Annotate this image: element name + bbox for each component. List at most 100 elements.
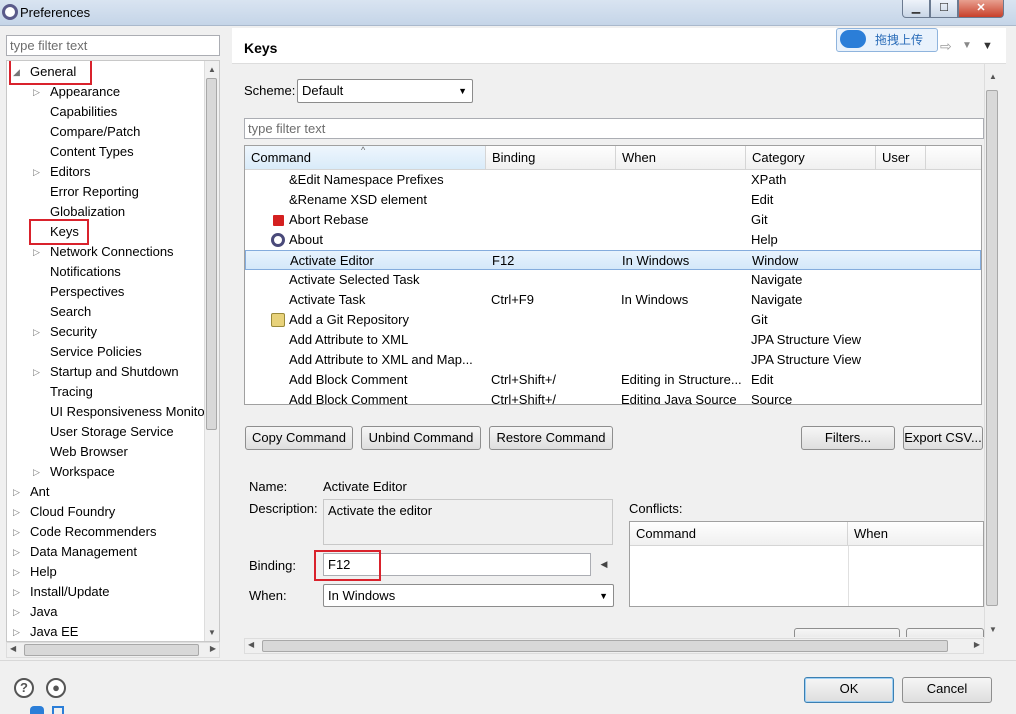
tree-item-data-management[interactable]: ▷ Data Management xyxy=(7,542,205,562)
tree-item-service-policies[interactable]: Service Policies xyxy=(7,342,205,362)
binding-menu-arrow-icon[interactable]: ◀ xyxy=(595,553,613,576)
tree-item-install-update[interactable]: ▷ Install/Update xyxy=(7,582,205,602)
content-scroll-thumb[interactable] xyxy=(986,90,998,606)
collapsed-arrow-icon[interactable]: ▷ xyxy=(13,562,23,582)
table-row[interactable]: &Rename XSD element Edit xyxy=(245,190,981,210)
tree-item-user-storage-service[interactable]: User Storage Service xyxy=(7,422,205,442)
tree-item-compare-patch[interactable]: Compare/Patch xyxy=(7,122,205,142)
table-row[interactable]: &Edit Namespace Prefixes XPath xyxy=(245,170,981,190)
git-repo-icon xyxy=(271,313,285,327)
collapsed-arrow-icon[interactable]: ▷ xyxy=(33,242,43,262)
tree-item-cloud-foundry[interactable]: ▷ Cloud Foundry xyxy=(7,502,205,522)
tree-item-ui-responsiveness-monito[interactable]: UI Responsiveness Monito xyxy=(7,402,205,422)
conflicts-label: Conflicts: xyxy=(629,501,683,516)
tree-item-perspectives[interactable]: Perspectives xyxy=(7,282,205,302)
table-row[interactable]: Add Attribute to XML JPA Structure View xyxy=(245,330,981,350)
conflicts-table: Command When xyxy=(629,521,984,607)
tree-item-label: Cloud Foundry xyxy=(30,504,116,519)
tree-item-capabilities[interactable]: Capabilities xyxy=(7,102,205,122)
collapsed-arrow-icon[interactable]: ▷ xyxy=(33,322,43,342)
tree-hscroll-thumb[interactable] xyxy=(24,644,199,656)
table-row[interactable]: Add Block Comment Ctrl+Shift+/ Editing Jav… xyxy=(245,390,981,405)
tree-item-search[interactable]: Search xyxy=(7,302,205,322)
collapsed-arrow-icon[interactable]: ▷ xyxy=(13,542,23,562)
collapsed-arrow-icon[interactable]: ▷ xyxy=(13,622,23,641)
collapsed-arrow-icon[interactable]: ▷ xyxy=(13,602,23,622)
cancel-button[interactable]: Cancel xyxy=(902,677,992,703)
tree-item-label: Service Policies xyxy=(50,344,142,359)
export-csv-button[interactable]: Export CSV... xyxy=(903,426,983,450)
collapsed-arrow-icon[interactable]: ▷ xyxy=(33,162,43,182)
ok-button[interactable]: OK xyxy=(804,677,894,703)
tree-item-ant[interactable]: ▷ Ant xyxy=(7,482,205,502)
column-header-command[interactable]: Command ^ xyxy=(245,146,486,170)
scheme-value: Default xyxy=(302,83,344,98)
maximize-button[interactable]: ☐ xyxy=(930,0,958,18)
tree-item-content-types[interactable]: Content Types xyxy=(7,142,205,162)
filters-button[interactable]: Filters... xyxy=(801,426,895,450)
when-select[interactable]: In Windows ▼ xyxy=(323,584,614,607)
conflicts-header-command[interactable]: Command xyxy=(630,522,848,546)
chevron-down-icon: ▼ xyxy=(458,86,467,96)
table-row[interactable]: Activate Editor F12 In Windows Window xyxy=(245,250,981,270)
tree-scroll-thumb[interactable] xyxy=(206,78,217,430)
column-header-binding[interactable]: Binding xyxy=(486,146,616,170)
unbind-command-button[interactable]: Unbind Command xyxy=(361,426,481,450)
tree-item-network-connections[interactable]: ▷ Network Connections xyxy=(7,242,205,262)
tree-item-tracing[interactable]: Tracing xyxy=(7,382,205,402)
collapsed-arrow-icon[interactable]: ▷ xyxy=(13,522,23,542)
conflicts-header-when[interactable]: When xyxy=(848,522,983,546)
tree-item-label: Network Connections xyxy=(50,244,174,259)
column-header-category[interactable]: Category xyxy=(746,146,876,170)
tree-item-notifications[interactable]: Notifications xyxy=(7,262,205,282)
tree-item-label: Help xyxy=(30,564,57,579)
cell-command: &Edit Namespace Prefixes xyxy=(289,172,444,187)
table-row[interactable]: Activate Task Ctrl+F9 In Windows Navigate xyxy=(245,290,981,310)
scheme-select[interactable]: Default ▼ xyxy=(297,79,473,103)
collapsed-arrow-icon[interactable]: ▷ xyxy=(33,362,43,382)
table-row[interactable]: About Help xyxy=(245,230,981,250)
tree-item-security[interactable]: ▷ Security xyxy=(7,322,205,342)
tree-item-web-browser[interactable]: Web Browser xyxy=(7,442,205,462)
collapsed-arrow-icon[interactable]: ▷ xyxy=(13,502,23,522)
help-icon[interactable]: ? xyxy=(14,678,34,698)
collapsed-arrow-icon[interactable]: ▷ xyxy=(33,462,43,482)
minimize-button[interactable]: ▁ xyxy=(902,0,930,18)
tree-item-editors[interactable]: ▷ Editors xyxy=(7,162,205,182)
cloud-icon xyxy=(840,30,866,48)
tree-item-appearance[interactable]: ▷ Appearance xyxy=(7,82,205,102)
record-icon[interactable]: ● xyxy=(46,678,66,698)
collapsed-arrow-icon[interactable]: ▷ xyxy=(13,482,23,502)
column-header-user[interactable]: User xyxy=(876,146,926,170)
content-hscroll-thumb[interactable] xyxy=(262,640,948,652)
collapsed-arrow-icon[interactable]: ▷ xyxy=(33,82,43,102)
restore-command-button[interactable]: Restore Command xyxy=(489,426,613,450)
preferences-filter-input[interactable]: type filter text xyxy=(6,35,220,56)
cell-when: Editing Java Source xyxy=(621,392,737,405)
tree-item-java-ee[interactable]: ▷ Java EE xyxy=(7,622,205,641)
tree-item-startup-and-shutdown[interactable]: ▷ Startup and Shutdown xyxy=(7,362,205,382)
keys-filter-input[interactable]: type filter text xyxy=(244,118,984,139)
table-row[interactable]: Activate Selected Task Navigate xyxy=(245,270,981,290)
table-row[interactable]: Add Attribute to XML and Map... JPA Struc… xyxy=(245,350,981,370)
close-button[interactable]: ✕ xyxy=(958,0,1004,18)
forward-arrow-icon[interactable]: ⇨ xyxy=(940,38,952,55)
view-menu-icon[interactable]: ▼ xyxy=(982,40,993,52)
tree-item-help[interactable]: ▷ Help xyxy=(7,562,205,582)
tree-item-label: Editors xyxy=(50,164,91,179)
tree-item-code-recommenders[interactable]: ▷ Code Recommenders xyxy=(7,522,205,542)
table-row[interactable]: Add a Git Repository Git xyxy=(245,310,981,330)
table-row[interactable]: Add Block Comment Ctrl+Shift+/ Editing in … xyxy=(245,370,981,390)
keys-table: Command ^ Binding When Category User &Ed… xyxy=(244,145,982,405)
tree-item-label: Java xyxy=(30,604,58,619)
copy-command-button[interactable]: Copy Command xyxy=(245,426,353,450)
table-row[interactable]: Abort Rebase Git xyxy=(245,210,981,230)
tree-item-java[interactable]: ▷ Java xyxy=(7,602,205,622)
tree-item-error-reporting[interactable]: Error Reporting xyxy=(7,182,205,202)
tray-cloud-icon xyxy=(30,706,44,714)
column-header-when[interactable]: When xyxy=(616,146,746,170)
tree-item-workspace[interactable]: ▷ Workspace xyxy=(7,462,205,482)
when-value: In Windows xyxy=(328,588,396,603)
collapsed-arrow-icon[interactable]: ▷ xyxy=(13,582,23,602)
chevron-down-icon[interactable]: ▼ xyxy=(962,40,972,51)
